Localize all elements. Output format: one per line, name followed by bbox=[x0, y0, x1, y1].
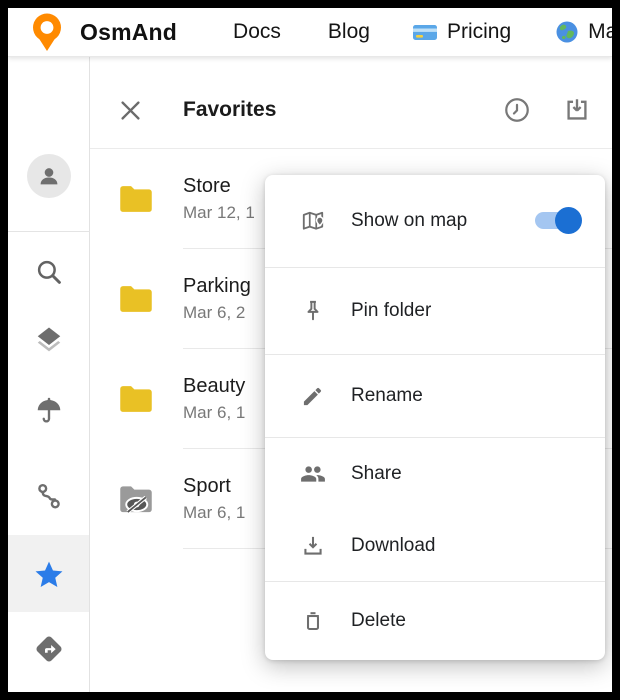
nav-link-map[interactable]: Map bbox=[555, 20, 612, 44]
menu-item-download[interactable]: Download bbox=[265, 510, 605, 582]
show-on-map-toggle[interactable] bbox=[535, 212, 579, 229]
folder-icon bbox=[118, 284, 154, 314]
folder-hidden-icon bbox=[118, 484, 154, 514]
people-icon bbox=[300, 461, 326, 487]
favorites-star-icon bbox=[32, 558, 66, 592]
menu-item-show-on-map[interactable]: Show on map bbox=[265, 175, 605, 268]
account-icon bbox=[35, 162, 63, 190]
folder-context-menu: Show on map Pin folder Rename bbox=[265, 175, 605, 660]
sidebar-divider bbox=[8, 231, 90, 232]
download-icon bbox=[300, 533, 326, 559]
screenshot-frame: OsmAnd Docs Blog Pricing bbox=[0, 0, 620, 700]
folder-date: Mar 6, 1 bbox=[183, 503, 245, 523]
nav-link-blog[interactable]: Blog bbox=[328, 20, 370, 44]
menu-item-delete[interactable]: Delete bbox=[265, 582, 605, 660]
pencil-icon bbox=[300, 383, 326, 409]
panel-title: Favorites bbox=[183, 98, 276, 122]
brand-name[interactable]: OsmAnd bbox=[80, 19, 177, 46]
toggle-knob bbox=[555, 207, 582, 234]
folder-date: Mar 12, 1 bbox=[183, 203, 255, 223]
menu-item-label: Rename bbox=[351, 385, 423, 407]
top-navbar: OsmAnd Docs Blog Pricing bbox=[8, 8, 612, 57]
close-icon[interactable] bbox=[117, 97, 144, 124]
menu-item-label: Delete bbox=[351, 610, 406, 632]
menu-item-label: Share bbox=[351, 463, 402, 485]
folder-name: Sport bbox=[183, 475, 245, 498]
sidebar-item-navigation[interactable] bbox=[8, 633, 90, 665]
sidebar-item-favorites[interactable] bbox=[8, 558, 90, 592]
app-window: OsmAnd Docs Blog Pricing bbox=[8, 8, 612, 692]
menu-item-pin-folder[interactable]: Pin folder bbox=[265, 268, 605, 355]
sidebar-item-weather[interactable] bbox=[8, 396, 90, 426]
credit-card-icon bbox=[412, 23, 438, 42]
left-sidebar bbox=[8, 57, 90, 692]
folder-icon bbox=[118, 384, 154, 414]
folder-name: Parking bbox=[183, 275, 251, 298]
nav-link-pricing[interactable]: Pricing bbox=[412, 20, 511, 44]
folder-date: Mar 6, 1 bbox=[183, 403, 245, 423]
recent-clock-icon[interactable] bbox=[503, 96, 531, 124]
osmand-logo-icon[interactable] bbox=[30, 12, 64, 52]
sidebar-item-search[interactable] bbox=[8, 257, 90, 287]
pushpin-icon bbox=[300, 298, 326, 324]
menu-item-share[interactable]: Share bbox=[265, 438, 605, 510]
sidebar-item-layers[interactable] bbox=[8, 325, 90, 355]
menu-item-rename[interactable]: Rename bbox=[265, 355, 605, 438]
layers-icon bbox=[34, 325, 64, 355]
map-pin-icon bbox=[300, 208, 326, 234]
menu-item-label: Pin folder bbox=[351, 300, 431, 322]
tracks-icon bbox=[34, 481, 64, 511]
sidebar-item-account[interactable] bbox=[27, 154, 71, 198]
folder-icon bbox=[118, 184, 154, 214]
globe-icon bbox=[555, 20, 579, 44]
folder-name: Beauty bbox=[183, 375, 245, 398]
sidebar-item-tracks[interactable] bbox=[8, 481, 90, 511]
menu-item-label: Download bbox=[351, 535, 436, 557]
menu-item-label: Show on map bbox=[351, 210, 467, 232]
weather-umbrella-icon bbox=[34, 396, 64, 426]
nav-link-docs[interactable]: Docs bbox=[233, 20, 281, 44]
search-icon bbox=[34, 257, 64, 287]
navigation-icon bbox=[33, 633, 65, 665]
favorites-header: Favorites bbox=[90, 57, 612, 149]
folder-date: Mar 6, 2 bbox=[183, 303, 251, 323]
folder-name: Store bbox=[183, 175, 255, 198]
save-download-icon[interactable] bbox=[563, 96, 591, 124]
trash-icon bbox=[300, 608, 326, 634]
